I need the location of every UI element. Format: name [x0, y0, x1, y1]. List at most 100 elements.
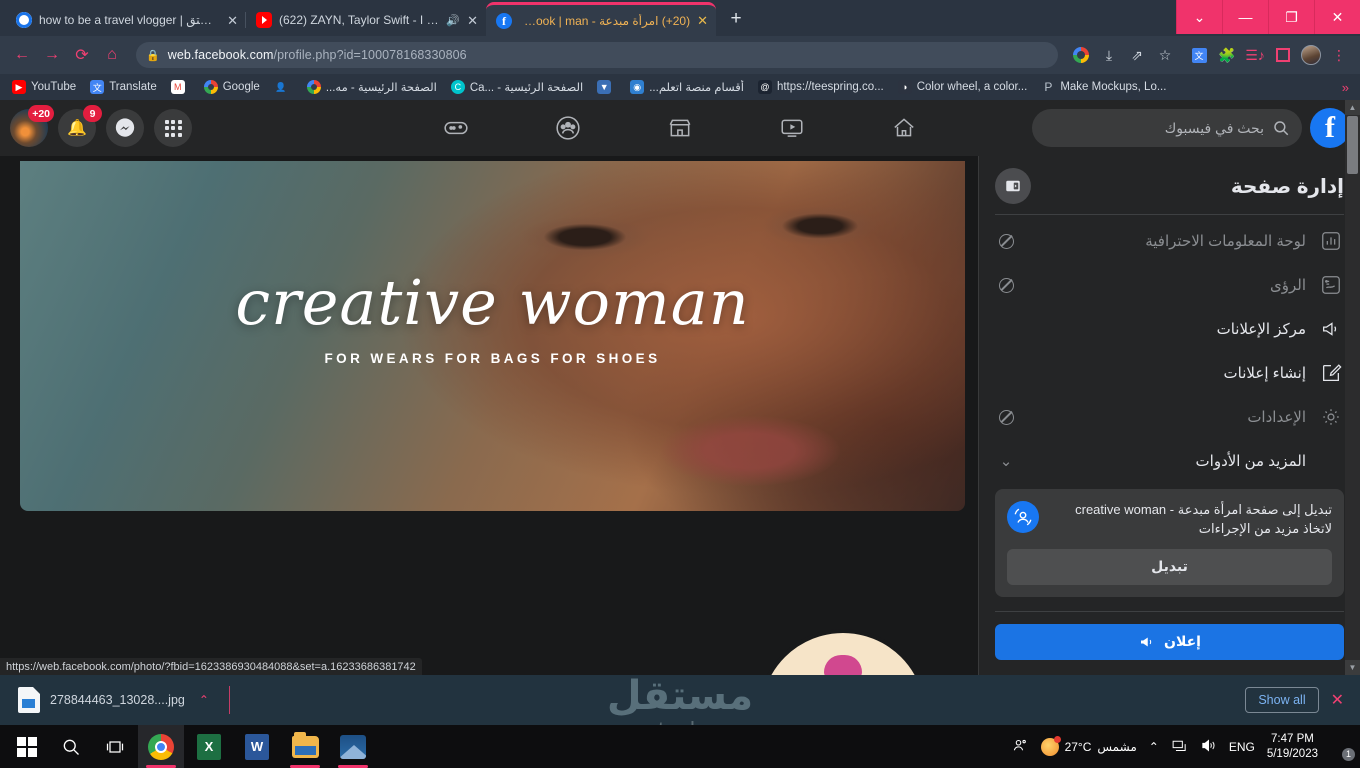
- playlist-icon[interactable]: ☰♪: [1242, 42, 1268, 68]
- marketplace-icon[interactable]: [650, 106, 710, 150]
- network-icon[interactable]: [1171, 737, 1188, 757]
- page-panel-icon[interactable]: [995, 168, 1031, 204]
- shelf-right-group: Show all ✕: [1245, 687, 1350, 713]
- bookmark-item[interactable]: @ https://teespring.co...: [753, 78, 889, 96]
- clock[interactable]: 7:47 PM 5/19/2023: [1267, 732, 1318, 761]
- google-account-icon[interactable]: [1068, 42, 1094, 68]
- sidebar-item-insights[interactable]: الرؤى: [995, 263, 1344, 307]
- switch-page-card: تبديل إلى صفحة امرأة مبدعة - creative wo…: [995, 489, 1344, 597]
- close-icon[interactable]: ✕: [467, 14, 478, 27]
- install-icon[interactable]: ⤓: [1096, 42, 1122, 68]
- share-icon[interactable]: ⇗: [1124, 42, 1150, 68]
- switch-button[interactable]: تبديل: [1007, 548, 1332, 585]
- apps-grid-icon[interactable]: [154, 109, 192, 147]
- scroll-up-icon[interactable]: ▲: [1345, 100, 1360, 115]
- minimize-group-button[interactable]: ⌄: [1176, 0, 1222, 34]
- browser-tab[interactable]: how to be a travel vlogger | مستق... ✕: [6, 4, 246, 36]
- volume-icon[interactable]: [1200, 737, 1217, 757]
- home-icon[interactable]: ⌂: [98, 41, 126, 69]
- chrome-menu-icon[interactable]: ⋮: [1326, 42, 1352, 68]
- chevron-down-icon[interactable]: ⌄: [995, 452, 1017, 470]
- messenger-icon[interactable]: [106, 109, 144, 147]
- blocked-icon: [995, 277, 1017, 293]
- bookmarks-overflow-icon[interactable]: »: [1342, 80, 1353, 95]
- bookmark-item[interactable]: ◑ Color wheel, a color...: [893, 78, 1033, 96]
- minimize-button[interactable]: —: [1222, 0, 1268, 34]
- scroll-down-icon[interactable]: ▼: [1345, 660, 1360, 675]
- mute-icon[interactable]: 🔊: [446, 14, 460, 27]
- weather-widget[interactable]: 27°C مشمس: [1040, 735, 1137, 756]
- chevron-up-icon[interactable]: ⌃: [199, 693, 209, 707]
- address-bar[interactable]: 🔒 web.facebook.com/profile.php?id=100078…: [136, 42, 1058, 68]
- sidebar-item-ads-center[interactable]: مركز الإعلانات: [995, 307, 1344, 351]
- taskbar-app-chrome[interactable]: [138, 725, 184, 768]
- task-view-icon[interactable]: [94, 725, 136, 768]
- sidebar-item-create-ads[interactable]: إنشاء إعلانات: [995, 351, 1344, 395]
- cover-photo[interactable]: creative woman FOR WEARS FOR BAGS FOR SH…: [20, 161, 965, 511]
- bookmark-star-icon[interactable]: ☆: [1152, 42, 1178, 68]
- close-window-button[interactable]: ✕: [1314, 0, 1360, 34]
- language-indicator[interactable]: ENG: [1229, 740, 1255, 754]
- sidebar-item-settings[interactable]: الإعدادات: [995, 395, 1344, 439]
- maximize-button[interactable]: ❐: [1268, 0, 1314, 34]
- page-scrollbar[interactable]: ▲ ▼: [1345, 100, 1360, 675]
- profile-picture[interactable]: creative woman: [757, 629, 929, 675]
- people-icon[interactable]: [1011, 736, 1029, 758]
- create-ad-button[interactable]: إعلان: [995, 623, 1344, 660]
- browser-tab[interactable]: (622) ZAYN, Taylor Swift - I Do... 🔊 ✕: [245, 4, 486, 36]
- profile-avatar[interactable]: +20: [10, 105, 54, 147]
- extensions-puzzle-icon[interactable]: 🧩: [1214, 42, 1240, 68]
- taskbar-app-file-explorer[interactable]: [282, 725, 328, 768]
- search-input[interactable]: بحث في فيسبوك: [1032, 109, 1302, 147]
- bookmark-item[interactable]: P Make Mockups, Lo...: [1036, 78, 1171, 96]
- google-translate-icon[interactable]: 文: [1186, 42, 1212, 68]
- logo-figure: [804, 655, 882, 675]
- watch-icon[interactable]: [762, 106, 822, 150]
- bookmark-item[interactable]: الصفحة الرئيسية - مه...: [302, 78, 442, 96]
- navbar-right-group: بحث في فيسبوك f: [1032, 108, 1350, 148]
- taskbar-app-photos[interactable]: [330, 725, 376, 768]
- sidebar-item-professional-dashboard[interactable]: لوحة المعلومات الاحترافية: [995, 219, 1344, 263]
- reload-icon[interactable]: ⟳: [68, 41, 96, 69]
- bookmark-item[interactable]: ▶ YouTube: [7, 78, 81, 96]
- forward-icon[interactable]: →: [38, 41, 66, 69]
- taskbar-app-excel[interactable]: X: [186, 725, 232, 768]
- download-item[interactable]: 278844463_13028....jpg ⌃: [10, 682, 217, 718]
- pink-square-icon[interactable]: [1270, 42, 1296, 68]
- bookmark-item[interactable]: 👤: [269, 78, 298, 96]
- ad-button-label: إعلان: [1164, 633, 1201, 650]
- windows-start-icon[interactable]: [6, 725, 48, 768]
- close-icon[interactable]: ✕: [697, 14, 708, 27]
- gaming-icon[interactable]: [426, 106, 486, 150]
- taskbar-left-group: X W: [0, 725, 376, 768]
- bell-icon[interactable]: 🔔 9: [58, 105, 102, 147]
- notifications-icon[interactable]: 1: [1330, 736, 1355, 761]
- browser-tab-active[interactable]: f (20+) امرأة مبدعة - Facebook | man ✕: [486, 2, 716, 36]
- scrollbar-thumb[interactable]: [1347, 116, 1358, 174]
- clock-time: 7:47 PM: [1271, 733, 1314, 746]
- tray-chevron-icon[interactable]: ⌃: [1149, 740, 1159, 754]
- bookmarks-bar: ▶ YouTube 文 Translate M Google 👤 الصفحة …: [0, 74, 1360, 100]
- cover-title: creative woman: [235, 266, 750, 339]
- bookmark-item[interactable]: ◉ أقسام منصة اتعلم...: [625, 78, 749, 96]
- back-icon[interactable]: ←: [8, 41, 36, 69]
- canva-icon: C: [450, 80, 465, 94]
- groups-icon[interactable]: [538, 106, 598, 150]
- show-all-button[interactable]: Show all: [1245, 687, 1319, 713]
- home-icon[interactable]: [874, 106, 934, 150]
- bookmark-item[interactable]: 文 Translate: [85, 78, 162, 96]
- browser-toolbar: ← → ⟳ ⌂ 🔒 web.facebook.com/profile.php?i…: [0, 36, 1360, 74]
- sidebar-item-more-tools[interactable]: المزيد من الأدوات ⌄: [995, 439, 1344, 483]
- bookmark-item[interactable]: Google: [199, 78, 265, 96]
- bookmark-item[interactable]: C الصفحة الرئيسية - ...Ca: [446, 78, 588, 96]
- close-icon[interactable]: ✕: [227, 14, 238, 27]
- avatar[interactable]: [1298, 42, 1324, 68]
- taskbar-app-word[interactable]: W: [234, 725, 280, 768]
- new-tab-button[interactable]: +: [722, 5, 750, 33]
- search-icon[interactable]: [50, 725, 92, 768]
- tab-title: (622) ZAYN, Taylor Swift - I Do...: [279, 13, 440, 27]
- facebook-logo[interactable]: f: [1310, 108, 1350, 148]
- bookmark-item[interactable]: ▼: [592, 78, 621, 96]
- close-icon[interactable]: ✕: [1331, 690, 1350, 710]
- bookmark-item[interactable]: M: [166, 78, 195, 96]
